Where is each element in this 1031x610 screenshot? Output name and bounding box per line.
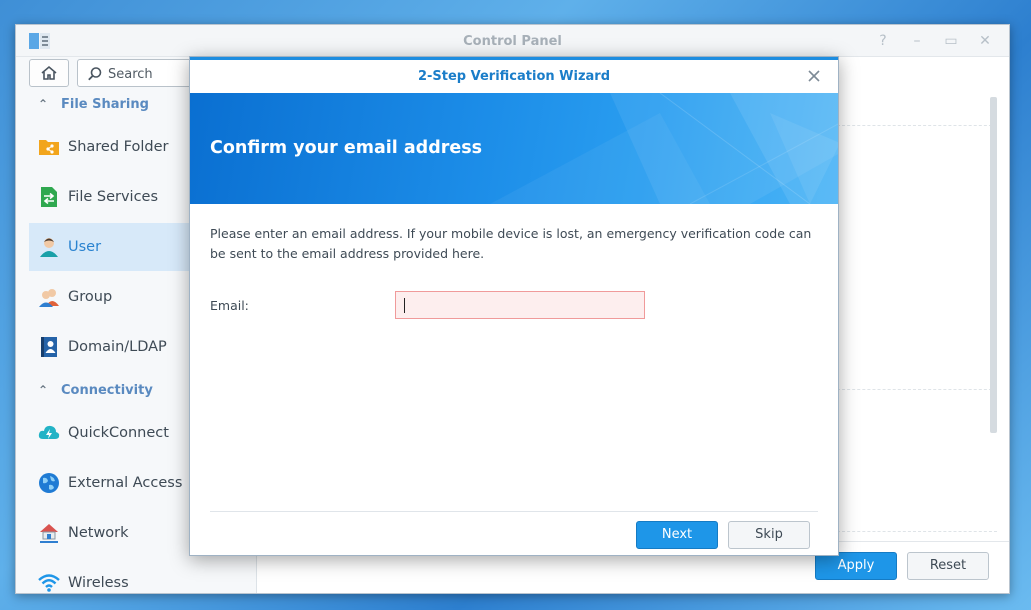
file-services-icon [38, 186, 60, 208]
divider [837, 125, 997, 126]
window-titlebar[interactable]: Control Panel ? – ▭ ✕ [16, 25, 1009, 57]
external-access-icon [38, 472, 60, 494]
sidebar-item-label: File Services [68, 189, 159, 205]
dialog-title: 2-Step Verification Wizard [417, 69, 611, 84]
shared-folder-icon [38, 136, 60, 158]
sidebar-item-wireless[interactable]: Wireless [29, 559, 257, 593]
home-icon [41, 65, 57, 80]
scrollbar[interactable] [990, 97, 997, 433]
text-caret [404, 298, 405, 313]
network-icon [38, 522, 60, 544]
sidebar-item-label: Group [68, 289, 113, 305]
dialog-heading: Confirm your email address [210, 138, 483, 158]
dialog-divider [210, 511, 818, 512]
reset-button[interactable]: Reset [907, 552, 989, 580]
sidebar-item-label: Shared Folder [68, 139, 169, 155]
section-label: File Sharing [61, 96, 149, 112]
group-icon [38, 286, 60, 308]
email-label: Email: [210, 298, 249, 313]
help-icon[interactable]: ? [873, 31, 893, 51]
section-label: Connectivity [61, 382, 153, 398]
sidebar-item-label: Domain/LDAP [68, 339, 167, 355]
sidebar-item-label: Network [68, 525, 129, 541]
dialog-banner: Confirm your email address [190, 93, 838, 204]
home-button[interactable] [29, 59, 69, 87]
quickconnect-icon [38, 422, 60, 444]
maximize-icon[interactable]: ▭ [941, 31, 961, 51]
sidebar-item-label: External Access [68, 475, 183, 491]
chevron-up-icon: ⌃ [38, 383, 49, 397]
dialog-titlebar[interactable]: 2-Step Verification Wizard [190, 60, 838, 93]
search-icon [88, 67, 102, 81]
divider [837, 531, 997, 532]
domain-ldap-icon [38, 336, 60, 358]
divider [837, 389, 997, 390]
window-title: Control Panel [463, 34, 562, 49]
close-window-icon[interactable]: ✕ [975, 31, 995, 51]
close-icon[interactable] [806, 68, 822, 84]
dialog-description: Please enter an email address. If your m… [210, 226, 812, 261]
sidebar-item-label: User [68, 239, 102, 255]
apply-button[interactable]: Apply [815, 552, 897, 580]
two-step-verification-dialog: 2-Step Verification Wizard Confirm your … [189, 56, 839, 556]
user-icon [38, 236, 60, 258]
skip-button[interactable]: Skip [728, 521, 810, 549]
wireless-icon [38, 572, 60, 593]
sidebar-item-label: QuickConnect [68, 425, 169, 441]
email-field[interactable] [395, 291, 645, 319]
minimize-icon[interactable]: – [907, 31, 927, 51]
sidebar-item-label: Wireless [68, 575, 129, 591]
chevron-up-icon: ⌃ [38, 97, 49, 111]
next-button[interactable]: Next [636, 521, 718, 549]
